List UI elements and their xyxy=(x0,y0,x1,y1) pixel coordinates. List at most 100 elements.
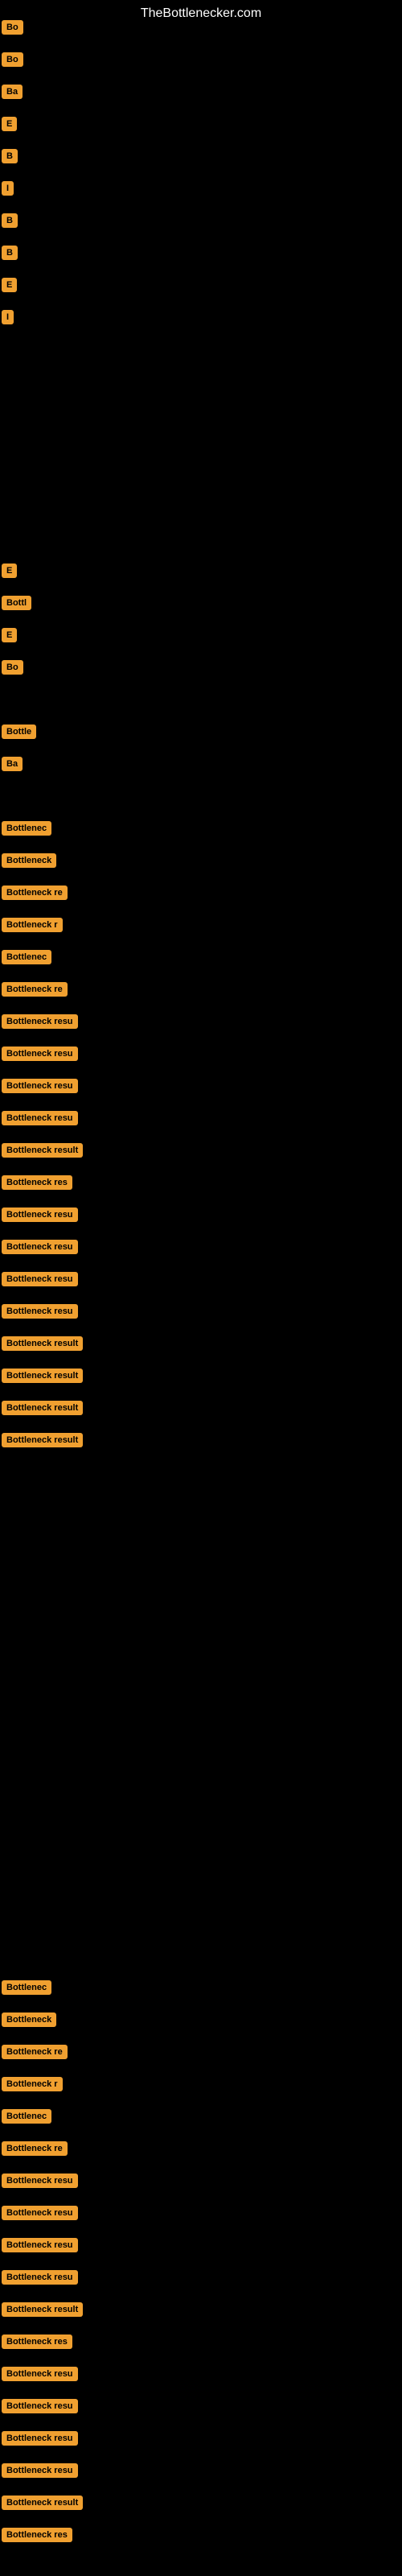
button-b5[interactable]: B xyxy=(2,149,18,163)
button-c-7[interactable]: Bottleneck resu xyxy=(2,1014,78,1029)
button-c-19[interactable]: Bottleneck result xyxy=(2,1401,83,1415)
list-item[interactable]: Bo xyxy=(2,660,23,679)
button-c-16[interactable]: Bottleneck resu xyxy=(2,1304,78,1319)
list-item[interactable]: Bottlenec xyxy=(2,2109,51,2128)
list-item[interactable]: Bottleneck resu xyxy=(2,2463,78,2482)
list-item[interactable]: Bottleneck resu xyxy=(2,2399,78,2417)
list-item[interactable]: Bottleneck result xyxy=(2,1143,83,1162)
list-item[interactable]: B xyxy=(2,246,18,264)
list-item[interactable]: B xyxy=(2,149,18,167)
list-item[interactable]: Bottlenec xyxy=(2,1980,51,1999)
bottleneck-result-btn-5[interactable]: Bottlenec xyxy=(2,2109,51,2124)
button-b-1[interactable]: Bottle xyxy=(2,724,36,739)
list-item[interactable]: Bottleneck resu xyxy=(2,1111,78,1129)
button-c-13[interactable]: Bottleneck resu xyxy=(2,1208,78,1222)
list-item[interactable]: Bottleneck result xyxy=(2,1433,83,1451)
button-c-14[interactable]: Bottleneck resu xyxy=(2,1240,78,1254)
list-item[interactable]: Bottleneck result xyxy=(2,1336,83,1355)
list-item[interactable]: Bottleneck resu xyxy=(2,1304,78,1323)
button-ba3[interactable]: Ba xyxy=(2,85,23,99)
list-item[interactable]: Bottle xyxy=(2,724,36,743)
list-item[interactable]: Bottleneck resu xyxy=(2,2367,78,2385)
bottleneck-result-btn-1[interactable]: Bottlenec xyxy=(2,1980,51,1995)
list-item[interactable]: Bottleneck resu xyxy=(2,1046,78,1065)
button-c-15[interactable]: Bottleneck resu xyxy=(2,1272,78,1286)
button-i6[interactable]: I xyxy=(2,181,14,196)
list-item[interactable]: E xyxy=(2,117,17,135)
list-item[interactable]: I xyxy=(2,310,14,328)
list-item[interactable]: Bo xyxy=(2,20,23,39)
button-b-2[interactable]: Ba xyxy=(2,757,23,771)
button-i10[interactable]: I xyxy=(2,310,14,324)
bottleneck-result-btn-2[interactable]: Bottleneck xyxy=(2,2013,56,2027)
bottleneck-result-btn-14[interactable]: Bottleneck resu xyxy=(2,2399,78,2413)
bottleneck-result-btn-3[interactable]: Bottleneck re xyxy=(2,2045,68,2059)
bottleneck-result-btn-15[interactable]: Bottleneck resu xyxy=(2,2431,78,2446)
bottleneck-result-btn-18[interactable]: Bottleneck res xyxy=(2,2528,72,2542)
list-item[interactable]: Bottleneck result xyxy=(2,2496,83,2514)
list-item[interactable]: Bottleneck re xyxy=(2,886,68,904)
button-b7[interactable]: B xyxy=(2,213,18,228)
list-item[interactable]: Bo xyxy=(2,52,23,71)
bottleneck-result-btn-17[interactable]: Bottleneck result xyxy=(2,2496,83,2510)
bottleneck-result-btn-10[interactable]: Bottleneck resu xyxy=(2,2270,78,2285)
bottleneck-result-btn-4[interactable]: Bottleneck r xyxy=(2,2077,63,2091)
button-c-1[interactable]: Bottlenec xyxy=(2,821,51,836)
list-item[interactable]: Ba xyxy=(2,757,23,775)
button-e-3[interactable]: E xyxy=(2,628,17,642)
list-item[interactable]: Bottleneck re xyxy=(2,982,68,1001)
bottleneck-result-btn-12[interactable]: Bottleneck res xyxy=(2,2334,72,2349)
bottleneck-result-btn-11[interactable]: Bottleneck result xyxy=(2,2302,83,2317)
list-item[interactable]: Bottleneck xyxy=(2,2013,56,2031)
button-bo2[interactable]: Bo xyxy=(2,52,23,67)
list-item[interactable]: Bottl xyxy=(2,596,31,614)
list-item[interactable]: Bottleneck resu xyxy=(2,1240,78,1258)
button-c-12[interactable]: Bottleneck res xyxy=(2,1175,72,1190)
button-e-4[interactable]: Bo xyxy=(2,660,23,675)
list-item[interactable]: Bottleneck resu xyxy=(2,1014,78,1033)
list-item[interactable]: E xyxy=(2,278,17,296)
button-c-20[interactable]: Bottleneck result xyxy=(2,1433,83,1447)
bottleneck-result-btn-6[interactable]: Bottleneck re xyxy=(2,2141,68,2156)
list-item[interactable]: Bottleneck resu xyxy=(2,2238,78,2256)
list-item[interactable]: Bottleneck r xyxy=(2,2077,63,2095)
button-c-18[interactable]: Bottleneck result xyxy=(2,1368,83,1383)
list-item[interactable]: Bottleneck resu xyxy=(2,1079,78,1097)
list-item[interactable]: Bottleneck resu xyxy=(2,2206,78,2224)
button-c-8[interactable]: Bottleneck resu xyxy=(2,1046,78,1061)
list-item[interactable]: Bottlenec xyxy=(2,950,51,968)
list-item[interactable]: Bottleneck result xyxy=(2,1368,83,1387)
list-item[interactable]: Bottleneck resu xyxy=(2,1272,78,1290)
list-item[interactable]: B xyxy=(2,213,18,232)
bottleneck-result-btn-8[interactable]: Bottleneck resu xyxy=(2,2206,78,2220)
button-c-3[interactable]: Bottleneck re xyxy=(2,886,68,900)
list-item[interactable]: Ba xyxy=(2,85,23,103)
button-e4[interactable]: E xyxy=(2,117,17,131)
list-item[interactable]: E xyxy=(2,628,17,646)
list-item[interactable]: Bottleneck re xyxy=(2,2141,68,2160)
list-item[interactable]: Bottleneck resu xyxy=(2,2174,78,2192)
button-e-2[interactable]: Bottl xyxy=(2,596,31,610)
bottleneck-result-btn-13[interactable]: Bottleneck resu xyxy=(2,2367,78,2381)
list-item[interactable]: Bottleneck res xyxy=(2,1175,72,1194)
list-item[interactable]: Bottleneck re xyxy=(2,2045,68,2063)
list-item[interactable]: I xyxy=(2,181,14,200)
button-c-10[interactable]: Bottleneck resu xyxy=(2,1111,78,1125)
button-b8[interactable]: B xyxy=(2,246,18,260)
list-item[interactable]: Bottleneck resu xyxy=(2,2431,78,2450)
list-item[interactable]: Bottleneck result xyxy=(2,1401,83,1419)
button-c-2[interactable]: Bottleneck xyxy=(2,853,56,868)
list-item[interactable]: Bottleneck result xyxy=(2,2302,83,2321)
list-item[interactable]: Bottleneck xyxy=(2,853,56,872)
list-item[interactable]: Bottleneck res xyxy=(2,2528,72,2546)
list-item[interactable]: Bottleneck r xyxy=(2,918,63,936)
list-item[interactable]: E xyxy=(2,564,17,582)
button-e-1[interactable]: E xyxy=(2,564,17,578)
bottleneck-result-btn-9[interactable]: Bottleneck resu xyxy=(2,2238,78,2252)
button-c-4[interactable]: Bottleneck r xyxy=(2,918,63,932)
button-c-17[interactable]: Bottleneck result xyxy=(2,1336,83,1351)
bottleneck-result-btn-7[interactable]: Bottleneck resu xyxy=(2,2174,78,2188)
button-c-5[interactable]: Bottlenec xyxy=(2,950,51,964)
button-c-6[interactable]: Bottleneck re xyxy=(2,982,68,997)
list-item[interactable]: Bottleneck resu xyxy=(2,2270,78,2289)
